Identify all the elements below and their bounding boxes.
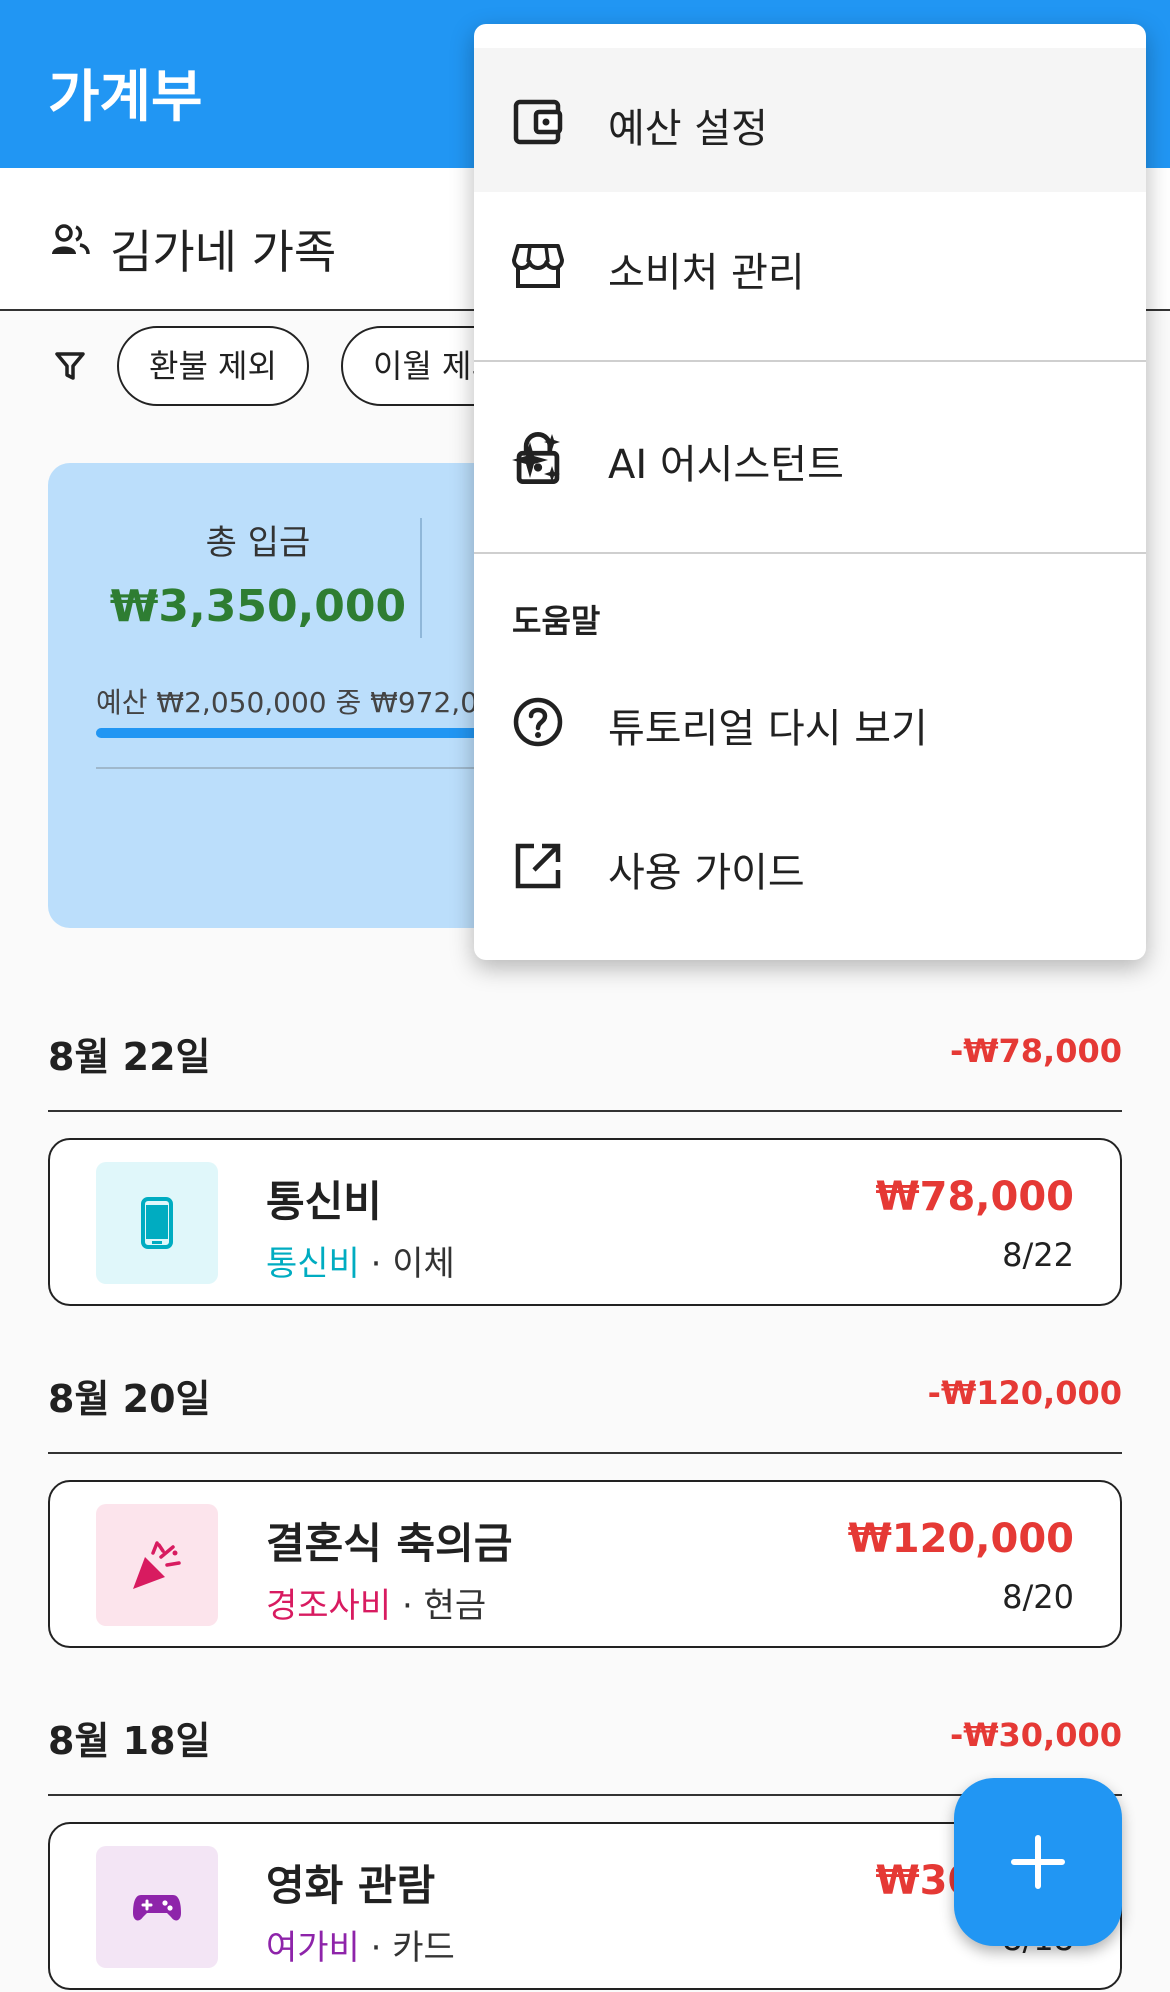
transaction-method: · 카드 (370, 1928, 455, 1968)
transaction-amount: ₩120,000 (847, 1516, 1074, 1562)
lock-icon (516, 432, 560, 484)
filter-chip-exclude-refund[interactable]: 환불 제외 (117, 326, 309, 406)
transaction-date: 8/20 (1002, 1578, 1074, 1616)
store-icon (512, 244, 564, 288)
add-icon (1011, 1835, 1065, 1889)
transaction-card[interactable]: 결혼식 축의금 경조사비 · 현금 ₩120,000 8/20 (48, 1480, 1122, 1648)
transaction-method: · 이체 (370, 1244, 455, 1284)
income-value: ₩3,350,000 (109, 581, 407, 632)
transaction-amount: ₩78,000 (875, 1174, 1074, 1220)
income-label: 총 입금 (205, 523, 311, 563)
day-total: -₩120,000 (927, 1374, 1122, 1412)
transaction-card[interactable]: 통신비 통신비 · 이체 ₩78,000 8/22 (48, 1138, 1122, 1306)
transaction-category: 통신비 (266, 1244, 360, 1284)
day-total: -₩78,000 (949, 1032, 1122, 1070)
help-section-header: 도움말 (512, 602, 601, 640)
overflow-menu: 예산 설정 소비처 관리 AI 어시스턴트 도움말 튜토리얼 다시 보기 사용 … (474, 24, 1146, 960)
filter-icon[interactable] (54, 350, 86, 382)
transaction-meta: 통신비 · 이체 (266, 1236, 455, 1285)
menu-label: 소비처 관리 (608, 250, 805, 296)
menu-item-ai-assistant[interactable]: AI 어시스턴트 (474, 384, 1146, 528)
menu-label: 예산 설정 (608, 106, 768, 152)
transaction-icon-box (96, 1846, 218, 1968)
day-label: 8월 22일 (48, 1035, 211, 1079)
transaction-meta: 경조사비 · 현금 (266, 1578, 486, 1627)
transaction-category: 여가비 (266, 1928, 360, 1968)
menu-item-merchant-management[interactable]: 소비처 관리 (474, 192, 1146, 336)
family-name: 김가네 가족 (110, 225, 337, 279)
open-external-icon (515, 843, 561, 889)
transaction-icon-box (96, 1162, 218, 1284)
menu-label: 튜토리얼 다시 보기 (608, 706, 928, 752)
summary-divider (420, 518, 422, 638)
transaction-date: 8/22 (1002, 1236, 1074, 1274)
day-label: 8월 20일 (48, 1377, 211, 1421)
transaction-title: 결혼식 축의금 (266, 1519, 513, 1568)
day-header: 8월 22일 -₩78,000 (48, 1026, 1122, 1086)
celebration-icon (133, 1541, 181, 1589)
smartphone-icon (141, 1197, 173, 1249)
add-transaction-button[interactable] (954, 1778, 1122, 1946)
wallet-icon (513, 99, 563, 145)
menu-divider (474, 360, 1146, 362)
menu-item-user-guide[interactable]: 사용 가이드 (474, 792, 1146, 936)
gamepad-icon (133, 1895, 181, 1921)
transaction-method: · 현금 (401, 1586, 487, 1626)
day-header: 8월 20일 -₩120,000 (48, 1368, 1122, 1428)
people-icon (52, 224, 90, 255)
help-circle-icon (513, 697, 563, 747)
day-header: 8월 18일 -₩30,000 (48, 1710, 1122, 1770)
menu-item-replay-tutorial[interactable]: 튜토리얼 다시 보기 (474, 648, 1146, 792)
day-label: 8월 18일 (48, 1719, 211, 1763)
app-title: 가계부 (48, 65, 203, 130)
transaction-icon-box (96, 1504, 218, 1626)
day-divider (48, 1452, 1122, 1454)
menu-item-budget-settings[interactable]: 예산 설정 (474, 48, 1146, 192)
transaction-title: 영화 관람 (266, 1861, 436, 1910)
transaction-meta: 여가비 · 카드 (266, 1920, 455, 1969)
menu-label: AI 어시스턴트 (608, 442, 844, 488)
transaction-category: 경조사비 (266, 1586, 392, 1626)
day-divider (48, 1110, 1122, 1112)
menu-divider (474, 552, 1146, 554)
menu-label: 사용 가이드 (608, 850, 805, 896)
day-total: -₩30,000 (949, 1716, 1122, 1754)
transaction-title: 통신비 (266, 1177, 382, 1226)
